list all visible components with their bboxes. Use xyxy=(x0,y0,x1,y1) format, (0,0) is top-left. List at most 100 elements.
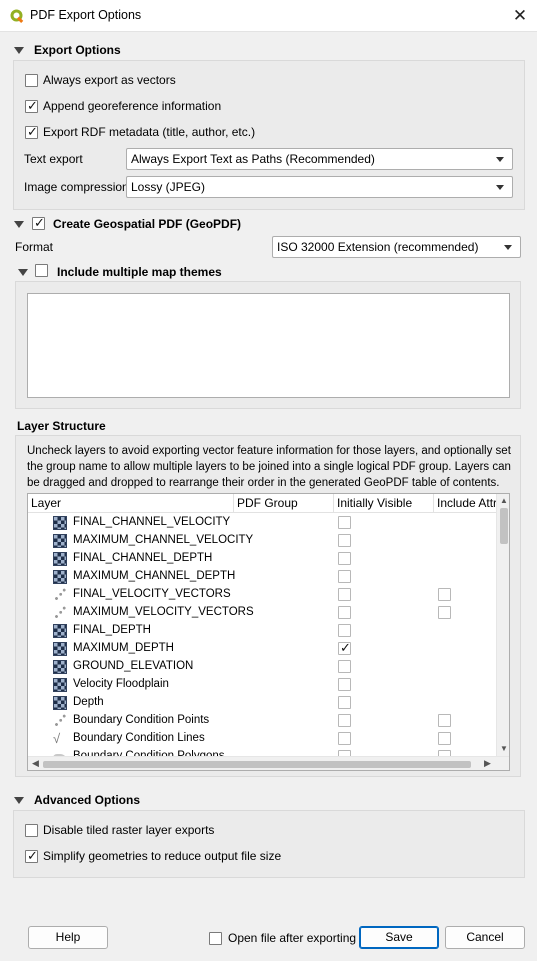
initially-visible-checkbox[interactable] xyxy=(338,588,351,601)
point-layer-icon xyxy=(53,606,67,620)
layer-name: MAXIMUM_CHANNEL_DEPTH xyxy=(73,570,236,582)
initially-visible-checkbox[interactable] xyxy=(338,516,351,529)
table-row[interactable]: Velocity Floodplain xyxy=(28,676,498,694)
cancel-button[interactable]: Cancel xyxy=(445,926,525,949)
include-themes-header[interactable]: Include multiple map themes xyxy=(57,265,222,279)
initially-visible-checkbox[interactable] xyxy=(338,570,351,583)
window-title: PDF Export Options xyxy=(30,8,142,22)
layer-name: FINAL_VELOCITY_VECTORS xyxy=(73,588,231,600)
format-select[interactable]: ISO 32000 Extension (recommended) xyxy=(272,236,521,258)
raster-icon xyxy=(53,642,67,656)
raster-icon xyxy=(53,660,67,674)
chevron-down-icon xyxy=(496,185,504,190)
include-attributes-checkbox[interactable] xyxy=(438,606,451,619)
collapse-arrow-icon[interactable] xyxy=(14,797,24,804)
simplify-label[interactable]: Simplify geometries to reduce output fil… xyxy=(43,849,281,863)
scrollbar-thumb[interactable] xyxy=(43,761,471,768)
table-row[interactable]: MAXIMUM_CHANNEL_VELOCITY xyxy=(28,532,498,550)
collapse-arrow-icon[interactable] xyxy=(14,221,24,228)
raster-icon xyxy=(53,552,67,566)
initially-visible-checkbox[interactable] xyxy=(338,552,351,565)
table-row[interactable]: FINAL_CHANNEL_VELOCITY xyxy=(28,514,498,532)
column-header-initially-visible[interactable]: Initially Visible xyxy=(334,494,434,513)
create-geopdf-header[interactable]: Create Geospatial PDF (GeoPDF) xyxy=(53,217,241,231)
format-label: Format xyxy=(15,240,54,254)
scroll-left-icon[interactable]: ◀ xyxy=(32,758,39,769)
initially-visible-checkbox[interactable] xyxy=(338,696,351,709)
layer-name: GROUND_ELEVATION xyxy=(73,660,194,672)
export-options-header[interactable]: Export Options xyxy=(34,43,121,57)
save-button[interactable]: Save xyxy=(359,926,439,949)
table-row[interactable]: FINAL_CHANNEL_DEPTH xyxy=(28,550,498,568)
title-bar: PDF Export Options ✕ xyxy=(0,0,537,32)
scrollbar-thumb[interactable] xyxy=(500,508,508,544)
horizontal-scrollbar[interactable]: ◀ ▶ xyxy=(28,756,509,770)
line-layer-icon: √ xyxy=(53,731,61,746)
raster-icon xyxy=(53,678,67,692)
table-row[interactable]: Depth xyxy=(28,694,498,712)
layer-name: FINAL_DEPTH xyxy=(73,624,151,636)
table-row[interactable]: GROUND_ELEVATION xyxy=(28,658,498,676)
layer-tree[interactable]: Layer PDF Group Initially Visible Includ… xyxy=(27,493,510,771)
layer-name: FINAL_CHANNEL_DEPTH xyxy=(73,552,213,564)
scroll-down-icon[interactable]: ▼ xyxy=(497,744,509,753)
chevron-down-icon xyxy=(496,157,504,162)
include-attributes-checkbox[interactable] xyxy=(438,714,451,727)
include-themes-checkbox[interactable] xyxy=(35,264,48,277)
include-attributes-checkbox[interactable] xyxy=(438,588,451,601)
point-layer-icon xyxy=(53,714,67,728)
table-row[interactable]: MAXIMUM_VELOCITY_VECTORS xyxy=(28,604,498,622)
vertical-scrollbar[interactable]: ▲ ▼ xyxy=(496,494,509,756)
column-header-pdf-group[interactable]: PDF Group xyxy=(234,494,334,513)
table-row[interactable]: Boundary Condition Points xyxy=(28,712,498,730)
collapse-arrow-icon[interactable] xyxy=(18,269,28,276)
advanced-options-header[interactable]: Advanced Options xyxy=(34,793,140,807)
table-row[interactable]: FINAL_DEPTH xyxy=(28,622,498,640)
initially-visible-checkbox[interactable] xyxy=(338,640,351,656)
close-icon[interactable]: ✕ xyxy=(508,4,532,28)
layer-name: Boundary Condition Lines xyxy=(73,732,205,744)
initially-visible-checkbox[interactable] xyxy=(338,624,351,637)
initially-visible-checkbox[interactable] xyxy=(338,660,351,673)
initially-visible-checkbox[interactable] xyxy=(338,732,351,745)
always-vectors-checkbox[interactable] xyxy=(25,74,38,87)
table-row[interactable]: MAXIMUM_DEPTH xyxy=(28,640,498,658)
table-row[interactable]: MAXIMUM_CHANNEL_DEPTH xyxy=(28,568,498,586)
text-export-label: Text export xyxy=(24,152,83,166)
simplify-checkbox[interactable] xyxy=(25,848,38,864)
image-compression-select[interactable]: Lossy (JPEG) xyxy=(126,176,513,198)
layer-name: MAXIMUM_DEPTH xyxy=(73,642,174,654)
qgis-logo-icon xyxy=(10,9,24,23)
column-header-include-attributes[interactable]: Include Attri xyxy=(434,494,498,513)
always-vectors-label[interactable]: Always export as vectors xyxy=(43,73,176,87)
column-header-layer[interactable]: Layer xyxy=(28,494,234,513)
table-row[interactable]: FINAL_VELOCITY_VECTORS xyxy=(28,586,498,604)
include-attributes-checkbox[interactable] xyxy=(438,732,451,745)
initially-visible-checkbox[interactable] xyxy=(338,606,351,619)
create-geopdf-checkbox[interactable] xyxy=(32,215,45,231)
open-after-label[interactable]: Open file after exporting xyxy=(228,931,356,945)
raster-icon xyxy=(53,516,67,530)
disable-tiled-checkbox[interactable] xyxy=(25,824,38,837)
image-compression-value: Lossy (JPEG) xyxy=(131,180,206,194)
scroll-up-icon[interactable]: ▲ xyxy=(497,496,509,505)
initially-visible-checkbox[interactable] xyxy=(338,678,351,691)
initially-visible-checkbox[interactable] xyxy=(338,534,351,547)
help-button[interactable]: Help xyxy=(28,926,108,949)
append-georef-checkbox[interactable] xyxy=(25,98,38,114)
chevron-down-icon xyxy=(504,245,512,250)
export-rdf-label[interactable]: Export RDF metadata (title, author, etc.… xyxy=(43,125,255,139)
collapse-arrow-icon[interactable] xyxy=(14,47,24,54)
open-after-checkbox[interactable] xyxy=(209,932,222,945)
map-themes-list[interactable] xyxy=(27,293,510,398)
table-row[interactable]: √ Boundary Condition Lines xyxy=(28,730,498,748)
append-georef-label[interactable]: Append georeference information xyxy=(43,99,221,113)
disable-tiled-label[interactable]: Disable tiled raster layer exports xyxy=(43,823,214,837)
advanced-options-group xyxy=(13,810,525,878)
text-export-select[interactable]: Always Export Text as Paths (Recommended… xyxy=(126,148,513,170)
layer-structure-description: Uncheck layers to avoid exporting vector… xyxy=(27,445,511,489)
scroll-right-icon[interactable]: ▶ xyxy=(484,758,491,769)
initially-visible-checkbox[interactable] xyxy=(338,714,351,727)
layer-name: Velocity Floodplain xyxy=(73,678,169,690)
export-rdf-checkbox[interactable] xyxy=(25,124,38,140)
